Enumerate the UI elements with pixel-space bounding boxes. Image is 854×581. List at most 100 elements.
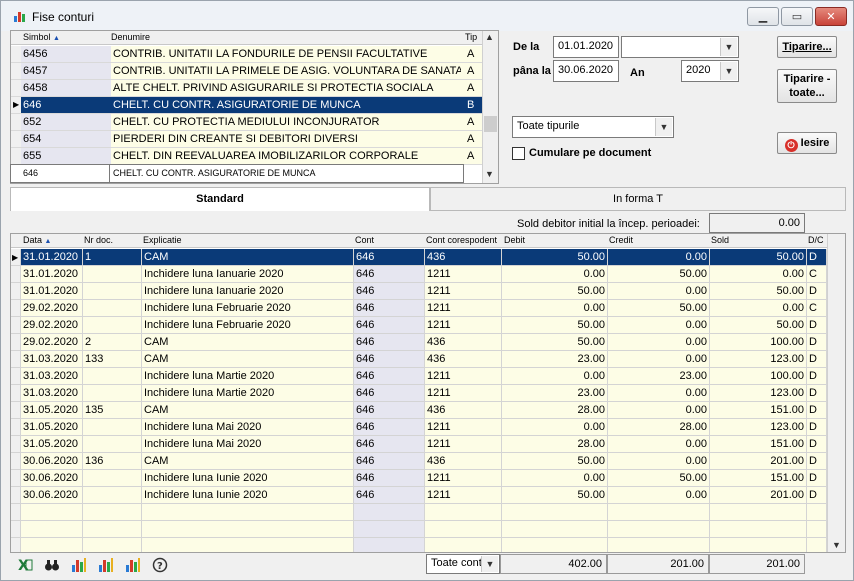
entry-row[interactable]: 31.05.2020 Inchidere luna Mai 2020 646 1211… — [11, 419, 827, 436]
scroll-up-icon[interactable]: ▲ — [485, 32, 494, 42]
col-credit-header[interactable]: Credit — [609, 235, 633, 245]
help-icon[interactable]: ? — [152, 557, 168, 573]
total-debit: 402.00 — [500, 554, 607, 574]
entry-data — [21, 521, 83, 538]
entry-nr-doc — [83, 283, 142, 300]
an-label: An — [630, 67, 645, 79]
col-data-header[interactable]: Data ▲ — [23, 235, 51, 245]
row-indicator — [11, 63, 21, 79]
entries-scrollbar[interactable]: ▼ — [827, 234, 845, 552]
entry-row[interactable]: 29.02.2020 Inchidere luna Februarie 2020 6… — [11, 300, 827, 317]
entry-data — [21, 538, 83, 552]
account-row[interactable]: 654 PIERDERI DIN CREANTE SI DEBITORI DIVE… — [11, 131, 483, 148]
tiparire-toate-button[interactable]: Tiparire - toate... — [777, 69, 837, 103]
col-tip-header[interactable]: Tip — [465, 32, 477, 42]
chevron-down-icon[interactable]: ▼ — [720, 62, 737, 80]
entry-row[interactable]: 30.06.2020 136 CAM 646 436 50.00 0.00 201.00 D — [11, 453, 827, 470]
account-row[interactable]: ▶ 646 CHELT. CU CONTR. ASIGURATORIE DE MUN… — [11, 97, 483, 114]
entry-sold — [710, 538, 807, 552]
account-row[interactable]: 652 CHELT. CU PROTECTIA MEDIULUI INCONJUR… — [11, 114, 483, 131]
chart-icon[interactable] — [98, 557, 114, 573]
entry-cont-corespondent: 1211 — [425, 436, 502, 453]
account-simbol: 652 — [23, 116, 42, 128]
account-current-selector[interactable]: 646 CHELT. CU CONTR. ASIGURATORIE DE MUN… — [10, 164, 464, 183]
entries-grid[interactable]: Data ▲ Nr doc. Explicatie Cont Cont core… — [10, 233, 846, 553]
entry-row[interactable]: 30.06.2020 Inchidere luna Iunie 2020 646 12… — [11, 487, 827, 504]
col-nr-doc-header[interactable]: Nr doc. — [84, 235, 113, 245]
entry-row[interactable]: 29.02.2020 2 CAM 646 436 50.00 0.00 100.00 D — [11, 334, 827, 351]
entry-sold: 123.00 — [710, 351, 807, 368]
cumulare-checkbox[interactable] — [512, 147, 525, 160]
chart-icon[interactable] — [71, 557, 87, 573]
extra-combo[interactable]: ▼ — [621, 36, 739, 58]
minimize-button[interactable]: ▁ — [747, 7, 779, 26]
entry-sold: 151.00 — [710, 402, 807, 419]
entry-debit: 0.00 — [502, 300, 608, 317]
entry-row[interactable]: 31.03.2020 Inchidere luna Martie 2020 646 1… — [11, 385, 827, 402]
scroll-down-icon[interactable]: ▼ — [832, 540, 841, 550]
col-cont-corespondent-header[interactable]: Cont corespodent — [426, 235, 497, 245]
entry-data: 30.06.2020 — [21, 470, 83, 487]
scroll-down-icon[interactable]: ▼ — [485, 169, 494, 179]
entry-sold: 151.00 — [710, 470, 807, 487]
account-row[interactable]: 6457 CONTRIB. UNITATII LA PRIMELE DE ASIG… — [11, 63, 483, 80]
totals-filter-combo[interactable]: Toate cont ▼ — [426, 554, 500, 574]
sort-asc-icon: ▲ — [44, 238, 52, 245]
entry-dc: C — [807, 266, 827, 283]
entry-row[interactable]: 30.06.2020 Inchidere luna Iunie 2020 646 12… — [11, 470, 827, 487]
entry-row[interactable]: 31.03.2020 Inchidere luna Martie 2020 646 1… — [11, 368, 827, 385]
pana-la-date-input[interactable]: 30.06.2020 — [553, 60, 619, 82]
entry-row[interactable]: 31.05.2020 Inchidere luna Mai 2020 646 1211… — [11, 436, 827, 453]
an-combo[interactable]: 2020 ▼ — [681, 60, 739, 82]
row-indicator — [11, 283, 21, 300]
col-dc-header[interactable]: D/C — [808, 235, 824, 245]
account-tip: A — [467, 150, 475, 162]
tab-standard[interactable]: Standard — [10, 187, 430, 211]
scroll-thumb[interactable] — [484, 116, 497, 132]
entry-row[interactable]: ▶ 31.01.2020 1 CAM 646 436 50.00 0.00 50.00 D — [11, 249, 827, 266]
row-indicator — [11, 385, 21, 402]
sold-initial-label: Sold debitor initial la încep. perioadei… — [517, 218, 700, 230]
col-cont-header[interactable]: Cont — [355, 235, 374, 245]
entry-row[interactable]: 31.01.2020 Inchidere luna Ianuarie 2020 64… — [11, 266, 827, 283]
accounts-grid[interactable]: Simbol ▲ Denumire Tip 6456 CONTRIB. UNITA… — [10, 30, 499, 184]
chevron-down-icon[interactable]: ▼ — [481, 556, 498, 572]
entry-data: 31.05.2020 — [21, 436, 83, 453]
entry-row[interactable]: 31.05.2020 135 CAM 646 436 28.00 0.00 151.00 D — [11, 402, 827, 419]
account-row[interactable]: 655 CHELT. DIN REEVALUAREA IMOBILIZARILOR… — [11, 148, 483, 165]
de-la-date-input[interactable]: 01.01.2020 — [553, 36, 619, 58]
account-denumire: CHELT. CU PROTECTIA MEDIULUI INCONJURATO… — [113, 116, 380, 128]
entry-row[interactable]: 31.03.2020 133 CAM 646 436 23.00 0.00 123.00 D — [11, 351, 827, 368]
entry-row[interactable]: 31.01.2020 Inchidere luna Ianuarie 2020 64… — [11, 283, 827, 300]
entry-data: 29.02.2020 — [21, 300, 83, 317]
col-simbol-header[interactable]: Simbol ▲ — [23, 32, 60, 42]
row-indicator — [11, 46, 21, 62]
col-denumire-header[interactable]: Denumire — [111, 32, 150, 42]
col-explicatie-header[interactable]: Explicatie — [143, 235, 182, 245]
entry-dc: D — [807, 453, 827, 470]
entry-credit — [608, 538, 710, 552]
iesire-button[interactable]: ⏻ Iesire — [777, 132, 837, 154]
empty-row — [11, 538, 827, 552]
col-sold-header[interactable]: Sold — [711, 235, 729, 245]
entry-credit — [608, 504, 710, 521]
account-denumire: ALTE CHELT. PRIVIND ASIGURARILE SI PROTE… — [113, 82, 434, 94]
close-button[interactable]: ✕ — [815, 7, 847, 26]
excel-icon[interactable]: X — [17, 557, 33, 573]
maximize-button[interactable]: ▭ — [781, 7, 813, 26]
entry-row[interactable]: 29.02.2020 Inchidere luna Februarie 2020 6… — [11, 317, 827, 334]
chart-icon[interactable] — [125, 557, 141, 573]
tiparire-button[interactable]: Tiparire... — [777, 36, 837, 58]
chevron-down-icon[interactable]: ▼ — [720, 38, 737, 56]
account-row[interactable]: 6458 ALTE CHELT. PRIVIND ASIGURARILE SI P… — [11, 80, 483, 97]
entry-cont-corespondent: 1211 — [425, 419, 502, 436]
entry-cont — [354, 504, 425, 521]
tipuri-combo[interactable]: Toate tipurile ▼ — [512, 116, 674, 138]
chevron-down-icon[interactable]: ▼ — [655, 118, 672, 136]
accounts-scrollbar[interactable]: ▲ ▼ — [482, 31, 498, 183]
row-indicator — [11, 521, 21, 538]
binoculars-icon[interactable] — [44, 557, 60, 573]
tab-forma-t[interactable]: In forma T — [430, 187, 846, 210]
account-row[interactable]: 6456 CONTRIB. UNITATII LA FONDURILE DE PE… — [11, 46, 483, 63]
col-debit-header[interactable]: Debit — [504, 235, 525, 245]
